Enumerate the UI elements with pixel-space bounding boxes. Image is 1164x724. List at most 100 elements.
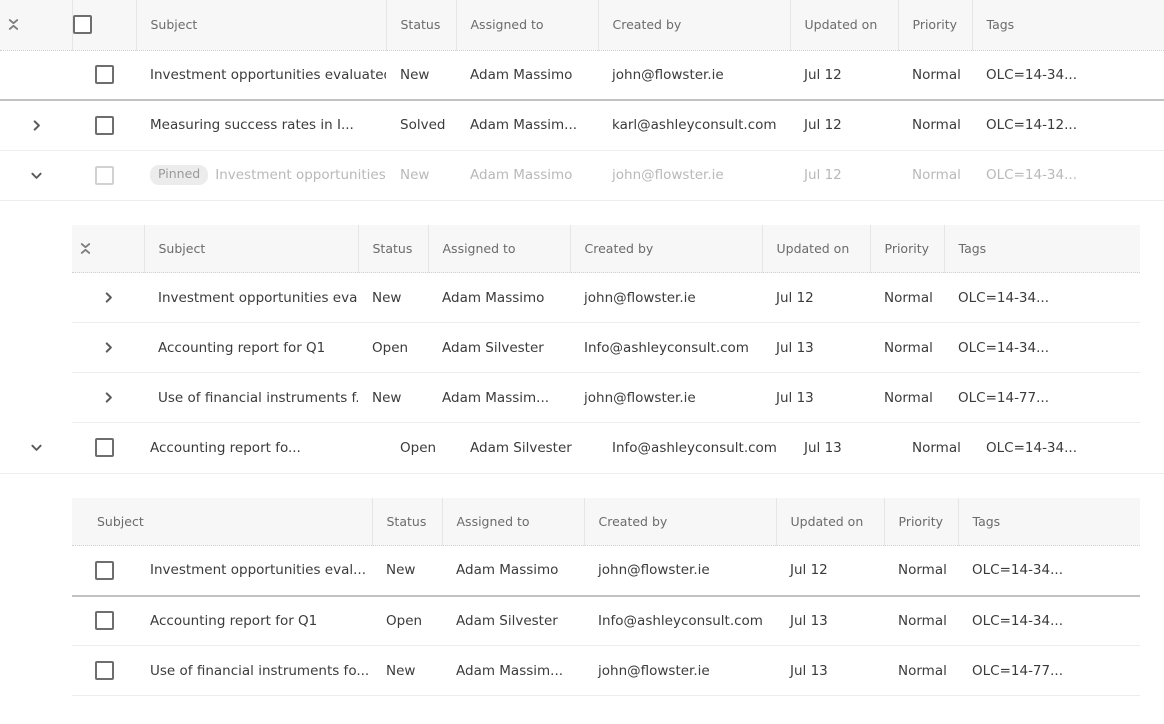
collapse-all-icon[interactable] bbox=[0, 12, 26, 38]
column-header-status[interactable]: Status bbox=[372, 497, 443, 546]
cell-updated-on: Jul 13 bbox=[762, 322, 870, 373]
table-header-row-level0: Subject Status Assigned to Created by Up… bbox=[0, 0, 1164, 51]
cell-created-by: john@flowster.ie bbox=[584, 645, 776, 696]
cell-tags: OLC=14-34... bbox=[944, 272, 1140, 323]
pinned-badge: Pinned bbox=[150, 165, 209, 185]
table-row[interactable]: Use of financial instruments fo... New A… bbox=[72, 645, 1140, 696]
row-expander-cell[interactable] bbox=[72, 272, 144, 323]
cell-updated-on: Jul 12 bbox=[790, 150, 898, 201]
column-header-priority[interactable]: Priority bbox=[884, 497, 959, 546]
collapse-all-header-cell[interactable] bbox=[72, 224, 145, 273]
cell-priority: Normal bbox=[870, 322, 944, 373]
table-row[interactable]: Accounting report fo... Open Adam Silves… bbox=[0, 423, 1164, 474]
chevron-down-icon[interactable] bbox=[23, 435, 49, 461]
column-header-updated-on[interactable]: Updated on bbox=[762, 224, 871, 273]
chevron-right-glyph bbox=[105, 292, 112, 303]
cell-status: New bbox=[386, 150, 456, 201]
column-header-updated-on[interactable]: Updated on bbox=[790, 0, 899, 51]
table-header-row-level2: Subject Status Assigned to Created by Up… bbox=[72, 497, 1140, 546]
cell-assigned-to: Adam Massim... bbox=[456, 100, 598, 151]
table-row[interactable]: Investment opportunities eva... New Adam… bbox=[72, 272, 1140, 323]
chevron-right-icon[interactable] bbox=[95, 285, 121, 311]
table-row[interactable]: Investment opportunities eval... New Ada… bbox=[72, 545, 1140, 597]
row-select-cell[interactable] bbox=[72, 50, 136, 101]
row-select-cell[interactable] bbox=[72, 661, 136, 680]
row-checkbox[interactable] bbox=[94, 115, 114, 135]
cell-created-by: john@flowster.ie bbox=[584, 545, 776, 597]
row-checkbox[interactable] bbox=[94, 661, 114, 680]
table-row[interactable]: Investment opportunities evaluated New A… bbox=[0, 50, 1164, 101]
collapse-all-icon[interactable] bbox=[72, 235, 98, 261]
cell-subject-text: Use of financial instruments fo... bbox=[150, 662, 370, 679]
cell-subject: Accounting report for Q1 bbox=[72, 595, 372, 646]
row-checkbox[interactable] bbox=[94, 611, 114, 631]
column-header-status[interactable]: Status bbox=[358, 224, 429, 273]
column-header-tags[interactable]: Tags bbox=[944, 224, 1140, 273]
row-expander-cell[interactable] bbox=[72, 322, 144, 373]
cell-tags: OLC=14-12... bbox=[972, 100, 1164, 151]
chevron-down-icon[interactable] bbox=[23, 162, 49, 188]
column-header-assigned-to[interactable]: Assigned to bbox=[428, 224, 571, 273]
row-select-cell[interactable] bbox=[72, 560, 136, 580]
table-row[interactable]: Pinned Investment opportunities... New Ad… bbox=[0, 150, 1164, 201]
row-expander-cell[interactable] bbox=[0, 423, 72, 474]
cell-subject: Investment opportunities evaluated bbox=[136, 50, 386, 101]
row-checkbox[interactable] bbox=[94, 65, 114, 85]
table-row[interactable]: Use of financial instruments f... New Ad… bbox=[72, 372, 1140, 423]
cell-assigned-to: Adam Massimo bbox=[442, 545, 584, 597]
column-header-subject[interactable]: Subject bbox=[72, 497, 373, 546]
cell-subject: Investment opportunities eval... bbox=[72, 545, 372, 597]
row-checkbox[interactable] bbox=[94, 560, 114, 580]
cell-subject: Investment opportunities eva... bbox=[144, 272, 358, 323]
row-select-cell[interactable] bbox=[72, 611, 136, 631]
column-header-created-by[interactable]: Created by bbox=[598, 0, 791, 51]
table-row[interactable]: Accounting report for Q1 Open Adam Silve… bbox=[72, 595, 1140, 646]
chevron-right-icon[interactable] bbox=[95, 335, 121, 361]
cell-assigned-to: Adam Massimo bbox=[456, 150, 598, 201]
cell-created-by: Info@ashleyconsult.com bbox=[598, 423, 790, 474]
cell-tags: OLC=14-34... bbox=[972, 50, 1164, 101]
row-expander-cell[interactable] bbox=[0, 150, 72, 201]
row-select-cell[interactable] bbox=[72, 100, 136, 151]
table-row[interactable]: Measuring success rates in I... Solved A… bbox=[0, 100, 1164, 151]
row-select-cell[interactable] bbox=[72, 150, 136, 201]
tickets-table-level0: Subject Status Assigned to Created by Up… bbox=[0, 0, 1164, 696]
row-expander-cell[interactable] bbox=[72, 372, 144, 423]
tickets-table-level2: Subject Status Assigned to Created by Up… bbox=[72, 497, 1140, 696]
cell-status: New bbox=[372, 545, 442, 597]
cell-priority: Normal bbox=[898, 150, 972, 201]
cell-updated-on: Jul 12 bbox=[790, 50, 898, 101]
cell-priority: Normal bbox=[884, 595, 958, 646]
table-row[interactable]: Accounting report for Q1 Open Adam Silve… bbox=[72, 322, 1140, 373]
chevron-right-icon[interactable] bbox=[23, 112, 49, 138]
column-header-status[interactable]: Status bbox=[386, 0, 457, 51]
cell-assigned-to: Adam Massim... bbox=[442, 645, 584, 696]
cell-updated-on: Jul 12 bbox=[762, 272, 870, 323]
chevron-down-glyph bbox=[30, 444, 42, 452]
column-header-created-by[interactable]: Created by bbox=[570, 224, 763, 273]
column-header-subject[interactable]: Subject bbox=[144, 224, 359, 273]
column-header-tags[interactable]: Tags bbox=[958, 497, 1140, 546]
cell-status: Open bbox=[372, 595, 442, 646]
row-checkbox[interactable] bbox=[94, 438, 114, 458]
column-header-assigned-to[interactable]: Assigned to bbox=[442, 497, 585, 546]
column-header-tags[interactable]: Tags bbox=[972, 0, 1164, 51]
column-header-priority[interactable]: Priority bbox=[898, 0, 973, 51]
collapse-all-glyph bbox=[80, 242, 90, 254]
tickets-table-level1: Subject Status Assigned to Created by Up… bbox=[72, 224, 1140, 423]
column-header-assigned-to[interactable]: Assigned to bbox=[456, 0, 599, 51]
select-all-checkbox[interactable] bbox=[72, 15, 92, 35]
cell-priority: Normal bbox=[884, 645, 958, 696]
chevron-right-icon[interactable] bbox=[95, 385, 121, 411]
chevron-down-glyph bbox=[30, 172, 42, 179]
column-header-updated-on[interactable]: Updated on bbox=[776, 497, 885, 546]
select-all-header-cell[interactable] bbox=[72, 0, 137, 51]
column-header-priority[interactable]: Priority bbox=[870, 224, 945, 273]
collapse-all-header-cell[interactable] bbox=[0, 0, 73, 51]
row-select-cell[interactable] bbox=[72, 423, 136, 474]
cell-status: Open bbox=[386, 423, 456, 474]
column-header-created-by[interactable]: Created by bbox=[584, 497, 777, 546]
column-header-subject[interactable]: Subject bbox=[136, 0, 387, 51]
row-checkbox[interactable] bbox=[94, 165, 114, 185]
row-expander-cell[interactable] bbox=[0, 100, 72, 151]
